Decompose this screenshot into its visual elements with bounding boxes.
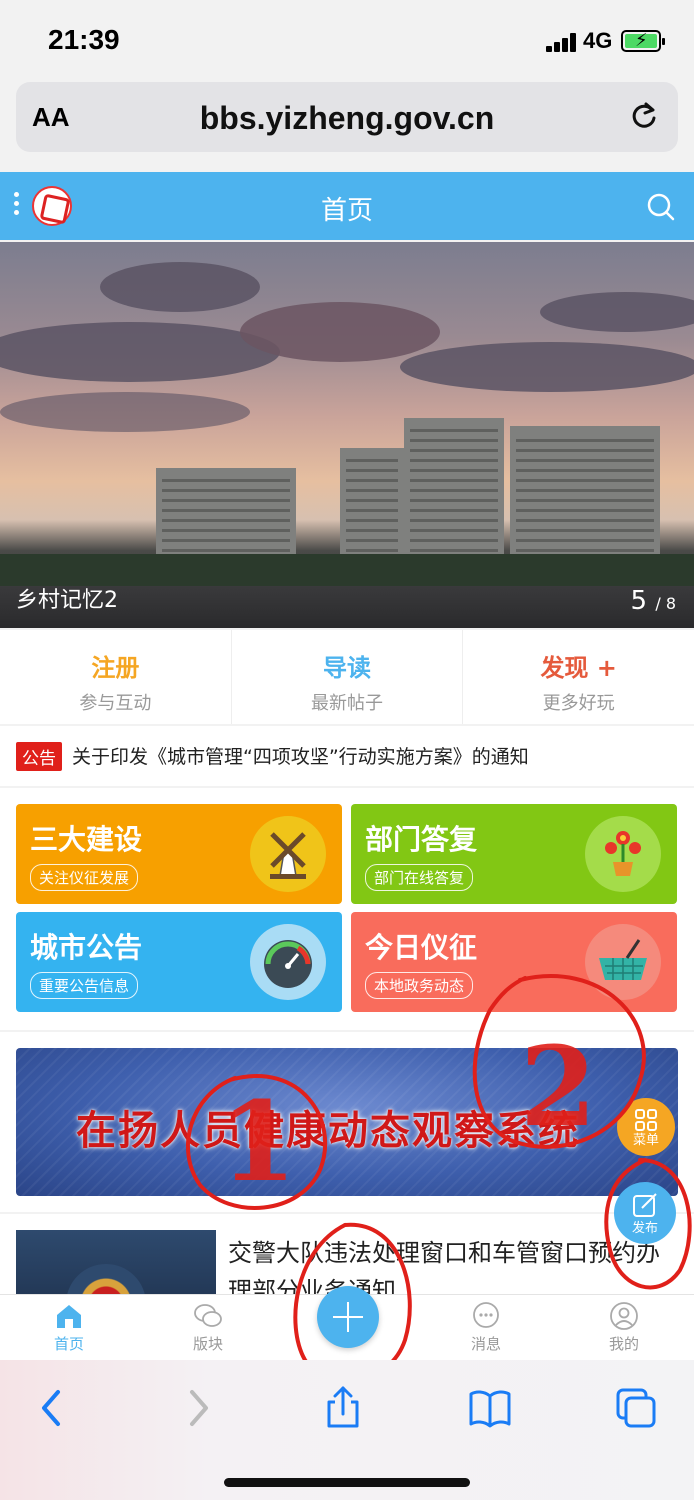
url-text[interactable]: bbs.yizheng.gov.cn xyxy=(16,100,678,137)
announcement-tag: 公告 xyxy=(16,742,62,771)
forward-icon[interactable] xyxy=(176,1386,220,1430)
quick-nav-guide[interactable]: 导读 最新帖子 xyxy=(232,630,464,724)
banner-caption: 乡村记忆2 xyxy=(16,588,118,613)
flower-icon xyxy=(585,816,661,892)
tab-boards[interactable]: 版块 xyxy=(158,1301,258,1354)
battery-icon: ⚡ xyxy=(621,30,665,52)
menu-fab-button[interactable]: 菜单 xyxy=(617,1098,675,1156)
message-icon xyxy=(473,1302,499,1328)
promo-section: 在扬人员健康动态观察系统 xyxy=(0,1032,694,1212)
card-city-notice[interactable]: 城市公告 重要公告信息 xyxy=(16,912,342,1012)
carousel-banner[interactable]: 乡村记忆2 5 / 8 xyxy=(0,242,694,628)
page-title: 首页 xyxy=(320,196,373,226)
tab-messages[interactable]: 消息 xyxy=(436,1301,536,1354)
network-type: 4G xyxy=(583,28,613,53)
quick-nav: 注册 参与互动 导读 最新帖子 发现 + 更多好玩 xyxy=(0,630,694,724)
category-grid: 三大建设 关注仪征发展 部门答复 部门在线答复 城市公告 重要公告信息 今日仪征… xyxy=(0,788,694,1030)
post-fab-button[interactable]: 发布 xyxy=(614,1182,676,1244)
health-system-text: 在扬人员健康动态观察系统 xyxy=(76,1107,580,1154)
home-icon xyxy=(57,1305,81,1328)
chat-bubbles-icon xyxy=(194,1304,222,1327)
user-icon xyxy=(610,1302,638,1330)
status-bar: 21:39 4G ⚡ xyxy=(0,0,694,80)
home-indicator xyxy=(224,1478,470,1487)
site-header: 首页 xyxy=(0,172,694,240)
reload-icon[interactable] xyxy=(628,100,660,132)
card-today-yizheng[interactable]: 今日仪征 本地政务动态 xyxy=(351,912,677,1012)
gauge-icon xyxy=(250,924,326,1000)
windmill-icon xyxy=(250,816,326,892)
back-icon[interactable] xyxy=(30,1386,74,1430)
news-title[interactable]: 交警大队违法处理窗口和车管窗口预约办理部分业务通知 xyxy=(228,1234,678,1294)
address-bar[interactable]: AA bbs.yizheng.gov.cn xyxy=(16,82,678,152)
search-icon[interactable] xyxy=(646,192,676,222)
news-thumbnail xyxy=(16,1230,216,1294)
banner-counter: 5 / 8 xyxy=(630,586,676,616)
announcement-text[interactable]: 关于印发《城市管理“四项攻坚”行动实施方案》的通知 xyxy=(72,742,529,769)
tab-mine[interactable]: 我的 xyxy=(574,1301,674,1354)
signal-icon xyxy=(546,32,578,52)
news-item[interactable]: 交警大队违法处理窗口和车管窗口预约办理部分业务通知 xyxy=(0,1214,694,1294)
card-department-reply[interactable]: 部门答复 部门在线答复 xyxy=(351,804,677,904)
edit-icon xyxy=(633,1193,657,1217)
share-icon[interactable] xyxy=(321,1386,365,1430)
health-system-banner[interactable]: 在扬人员健康动态观察系统 xyxy=(16,1048,678,1196)
quick-nav-register[interactable]: 注册 参与互动 xyxy=(0,630,232,724)
tabs-icon[interactable] xyxy=(614,1386,658,1430)
new-post-button[interactable] xyxy=(317,1286,379,1348)
basket-icon xyxy=(585,924,661,1000)
tab-home[interactable]: 首页 xyxy=(19,1301,119,1354)
card-construction[interactable]: 三大建设 关注仪征发展 xyxy=(16,804,342,904)
clock: 21:39 xyxy=(48,24,120,55)
bookmarks-icon[interactable] xyxy=(468,1386,512,1430)
quick-nav-discover[interactable]: 发现 + 更多好玩 xyxy=(463,630,694,724)
announcement-bar[interactable]: 公告 关于印发《城市管理“四项攻坚”行动实施方案》的通知 xyxy=(0,726,694,786)
